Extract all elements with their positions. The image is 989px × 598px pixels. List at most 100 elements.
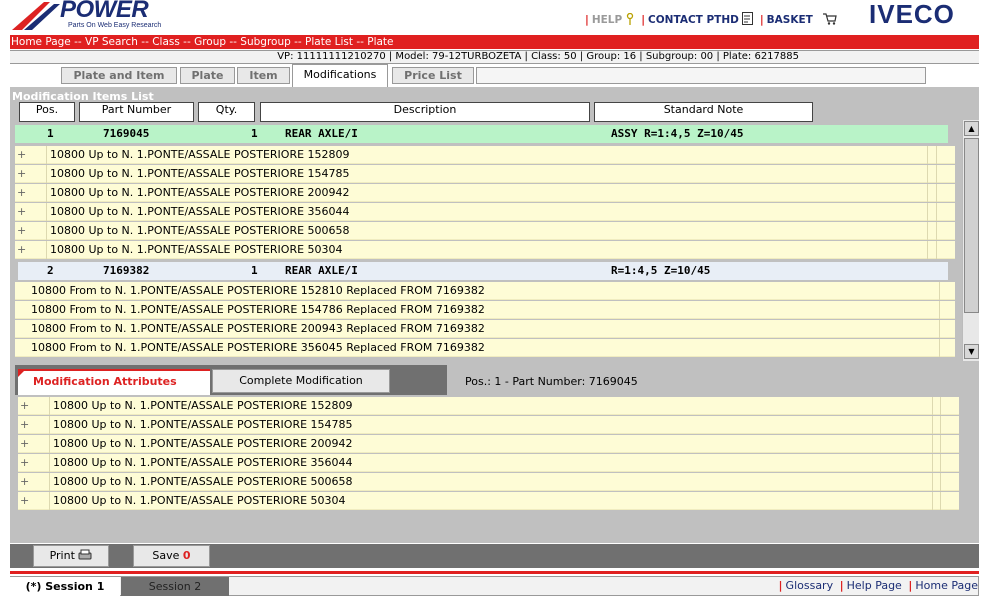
expand-plus-icon[interactable]: +	[20, 435, 34, 453]
attribute-row[interactable]: +10800 Up to N. 1.PONTE/ASSALE POSTERIOR…	[18, 416, 959, 434]
modification-row[interactable]: +10800 Up to N. 1.PONTE/ASSALE POSTERIOR…	[15, 184, 955, 202]
expand-plus-icon[interactable]: +	[20, 492, 34, 510]
item-part-number: 7169382	[103, 264, 150, 277]
basket-link[interactable]: BASKET	[767, 14, 813, 26]
contact-document-icon[interactable]	[741, 12, 754, 28]
scroll-up-arrow-icon[interactable]: ▲	[964, 121, 979, 136]
modification-items-list: 1 7169045 1 REAR AXLE/I ASSY R=1:4,5 Z=1…	[15, 125, 962, 360]
scroll-down-arrow-icon[interactable]: ▼	[964, 344, 979, 359]
top-links: | HELP | CONTACT PTHD | BASKET	[582, 11, 837, 29]
column-header-pos[interactable]: Pos.	[19, 102, 75, 122]
item-description: REAR AXLE/I	[285, 127, 358, 140]
item-pos: 2	[47, 264, 54, 277]
breadcrumb[interactable]: Home Page -- VP Search -- Class -- Group…	[10, 35, 979, 49]
modification-row[interactable]: 10800 From to N. 1.PONTE/ASSALE POSTERIO…	[15, 320, 955, 338]
tab-modification-attributes[interactable]: Modification Attributes	[18, 369, 210, 395]
glossary-link[interactable]: Glossary	[786, 579, 834, 592]
column-header-description[interactable]: Description	[260, 102, 590, 122]
tab-item[interactable]: Item	[237, 67, 290, 84]
attribute-row[interactable]: +10800 Up to N. 1.PONTE/ASSALE POSTERIOR…	[18, 454, 959, 472]
tab-plate-and-item[interactable]: Plate and Item	[61, 67, 177, 84]
help-link[interactable]: HELP	[592, 14, 622, 26]
session-1-tab[interactable]: (*) Session 1	[10, 577, 120, 596]
item-part-number: 7169045	[103, 127, 150, 140]
home-page-link[interactable]: Home Page	[915, 579, 978, 592]
tab-modifications[interactable]: Modifications	[292, 64, 388, 87]
item-standard-note: R=1:4,5 Z=10/45	[611, 264, 711, 277]
item-row[interactable]: 1 7169045 1 REAR AXLE/I ASSY R=1:4,5 Z=1…	[15, 125, 948, 143]
modification-text: 10800 Up to N. 1.PONTE/ASSALE POSTERIORE…	[50, 205, 350, 218]
item-pos: 1	[47, 127, 54, 140]
help-page-link[interactable]: Help Page	[847, 579, 902, 592]
attribute-text: 10800 Up to N. 1.PONTE/ASSALE POSTERIORE…	[53, 494, 346, 507]
list-scrollbar[interactable]: ▲ ▼	[962, 120, 979, 361]
tab-complete-modification[interactable]: Complete Modification	[212, 369, 390, 393]
modification-row[interactable]: +10800 Up to N. 1.PONTE/ASSALE POSTERIOR…	[15, 241, 955, 259]
save-button-label: Save	[152, 549, 180, 562]
modification-row[interactable]: +10800 Up to N. 1.PONTE/ASSALE POSTERIOR…	[15, 222, 955, 240]
vehicle-info-line: VP: 11111111210270 | Model: 79-12TURBOZE…	[10, 50, 979, 64]
attribute-text: 10800 Up to N. 1.PONTE/ASSALE POSTERIORE…	[53, 456, 353, 469]
expand-plus-icon[interactable]: +	[17, 222, 31, 240]
expand-plus-icon[interactable]: +	[17, 184, 31, 202]
expand-plus-icon[interactable]: +	[17, 165, 31, 183]
attribute-text: 10800 Up to N. 1.PONTE/ASSALE POSTERIORE…	[53, 399, 353, 412]
modification-row[interactable]: +10800 Up to N. 1.PONTE/ASSALE POSTERIOR…	[15, 203, 955, 221]
help-key-icon[interactable]	[625, 12, 635, 28]
power-logo[interactable]: POWER Parts On Web Easy Research	[10, 0, 180, 32]
attribute-row[interactable]: +10800 Up to N. 1.PONTE/ASSALE POSTERIOR…	[18, 473, 959, 491]
modification-text: 10800 Up to N. 1.PONTE/ASSALE POSTERIORE…	[50, 243, 343, 256]
contact-pthd-link[interactable]: CONTACT PTHD	[648, 14, 739, 26]
modification-text: 10800 Up to N. 1.PONTE/ASSALE POSTERIORE…	[50, 167, 350, 180]
save-count-badge: 0	[182, 549, 191, 562]
attribute-row[interactable]: +10800 Up to N. 1.PONTE/ASSALE POSTERIOR…	[18, 435, 959, 453]
column-header-standard-note[interactable]: Standard Note	[594, 102, 813, 122]
print-button[interactable]: Print	[33, 545, 109, 567]
modification-row[interactable]: 10800 From to N. 1.PONTE/ASSALE POSTERIO…	[15, 301, 955, 319]
footer-red-line	[10, 571, 979, 574]
expand-plus-icon[interactable]: +	[17, 241, 31, 259]
session-2-tab[interactable]: Session 2	[121, 577, 229, 596]
attribute-text: 10800 Up to N. 1.PONTE/ASSALE POSTERIORE…	[53, 475, 353, 488]
modification-row[interactable]: +10800 Up to N. 1.PONTE/ASSALE POSTERIOR…	[15, 165, 955, 183]
expand-plus-icon[interactable]: +	[20, 397, 34, 415]
print-button-label: Print	[49, 549, 75, 562]
expand-plus-icon[interactable]: +	[20, 454, 34, 472]
tab-plate[interactable]: Plate	[180, 67, 235, 84]
column-header-qty[interactable]: Qty.	[198, 102, 255, 122]
iveco-logo: IVECO	[869, 0, 955, 29]
scrollbar-thumb[interactable]	[964, 138, 979, 313]
printer-icon	[78, 549, 92, 560]
brand-name: POWER	[60, 0, 149, 23]
tab-price-list[interactable]: Price List	[392, 67, 474, 84]
power-swoosh-icon	[12, 2, 60, 30]
modification-text: 10800 Up to N. 1.PONTE/ASSALE POSTERIORE…	[50, 186, 350, 199]
expand-plus-icon[interactable]: +	[17, 146, 31, 164]
brand-tagline: Parts On Web Easy Research	[68, 22, 162, 29]
modification-text: 10800 From to N. 1.PONTE/ASSALE POSTERIO…	[31, 303, 485, 316]
expand-plus-icon[interactable]: +	[20, 473, 34, 491]
modification-row[interactable]: 10800 From to N. 1.PONTE/ASSALE POSTERIO…	[15, 339, 955, 357]
modification-text: 10800 From to N. 1.PONTE/ASSALE POSTERIO…	[31, 284, 485, 297]
tab-strip-filler	[476, 67, 926, 84]
item-qty: 1	[251, 264, 258, 277]
modification-row[interactable]: 10800 From to N. 1.PONTE/ASSALE POSTERIO…	[15, 282, 955, 300]
item-row[interactable]: 2 7169382 1 REAR AXLE/I R=1:4,5 Z=10/45	[18, 262, 948, 280]
attribute-text: 10800 Up to N. 1.PONTE/ASSALE POSTERIORE…	[53, 418, 353, 431]
attribute-row[interactable]: +10800 Up to N. 1.PONTE/ASSALE POSTERIOR…	[18, 492, 959, 510]
footer-links: | Glossary | Help Page | Home Page	[778, 579, 978, 592]
tab-modification-attributes-label: Modification Attributes	[33, 375, 177, 388]
modification-text: 10800 Up to N. 1.PONTE/ASSALE POSTERIORE…	[50, 148, 350, 161]
basket-cart-icon[interactable]	[822, 12, 837, 28]
attribute-text: 10800 Up to N. 1.PONTE/ASSALE POSTERIORE…	[53, 437, 353, 450]
modification-row[interactable]: +10800 Up to N. 1.PONTE/ASSALE POSTERIOR…	[15, 146, 955, 164]
selected-position-info: Pos.: 1 - Part Number: 7169045	[465, 375, 638, 388]
attribute-row[interactable]: +10800 Up to N. 1.PONTE/ASSALE POSTERIOR…	[18, 397, 959, 415]
modification-attributes-list: +10800 Up to N. 1.PONTE/ASSALE POSTERIOR…	[18, 397, 959, 511]
modification-text: 10800 Up to N. 1.PONTE/ASSALE POSTERIORE…	[50, 224, 350, 237]
item-qty: 1	[251, 127, 258, 140]
save-button[interactable]: Save 0	[133, 545, 210, 567]
expand-plus-icon[interactable]: +	[20, 416, 34, 434]
column-header-part-number[interactable]: Part Number	[79, 102, 194, 122]
expand-plus-icon[interactable]: +	[17, 203, 31, 221]
